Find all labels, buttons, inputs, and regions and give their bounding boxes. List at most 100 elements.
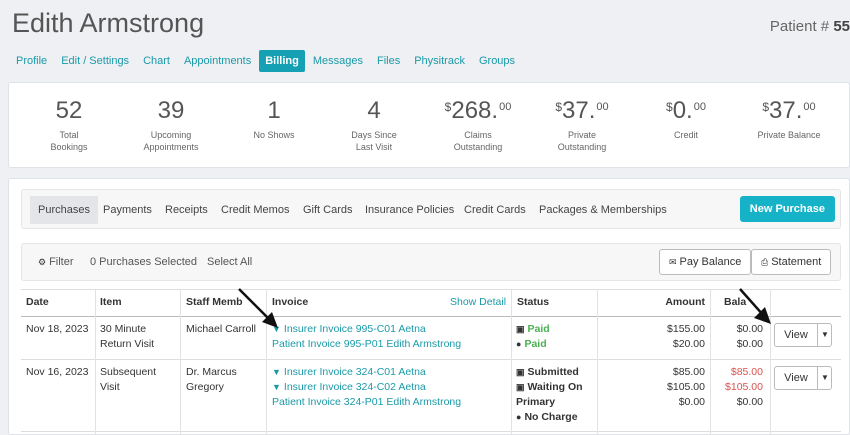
- funnel-icon: ▼: [272, 367, 281, 377]
- new-purchase-button[interactable]: New Purchase: [739, 196, 835, 222]
- row-amount: $105.00: [667, 381, 705, 393]
- stat-days-since-last-visit: 4 Days Since Last Visit: [324, 83, 424, 153]
- col-divider: [180, 289, 181, 435]
- col-header-status[interactable]: Status: [517, 295, 549, 310]
- view-button[interactable]: View ▼: [774, 323, 832, 347]
- stat-private-balance: $37.00 Private Balance: [739, 83, 839, 141]
- row-date: Nov 18, 2023: [26, 323, 89, 335]
- header-divider: [21, 316, 841, 317]
- tab-messages[interactable]: Messages: [307, 50, 369, 72]
- user-icon: ●: [516, 412, 522, 422]
- subtab-receipts[interactable]: Receipts: [157, 196, 216, 224]
- purchases-selected-count: 0 Purchases Selected: [90, 256, 198, 268]
- subtab-credit-memos[interactable]: Credit Memos: [213, 196, 297, 224]
- row-balance: $105.00: [725, 381, 763, 393]
- col-divider: [597, 289, 598, 435]
- stat-private-outstanding: $37.00 Private Outstanding: [532, 83, 632, 153]
- stat-value: 52: [55, 97, 83, 124]
- table-border: [21, 289, 841, 290]
- tab-appointments[interactable]: Appointments: [178, 50, 257, 72]
- stat-no-shows: 1 No Shows: [224, 83, 324, 141]
- tab-chart[interactable]: Chart: [137, 50, 176, 72]
- select-all-link[interactable]: Select All: [207, 256, 252, 268]
- tab-billing[interactable]: Billing: [259, 50, 305, 72]
- patient-invoice-link[interactable]: Patient Invoice 324-P01 Edith Armstrong: [272, 395, 461, 410]
- billing-subtabs: Purchases Payments Receipts Credit Memos…: [21, 189, 841, 229]
- stat-label: Credit: [673, 130, 698, 140]
- stat-claims-outstanding: $268.00 Claims Outstanding: [428, 83, 528, 153]
- briefcase-icon: ▣: [516, 382, 525, 392]
- stat-label: Total Bookings: [50, 130, 88, 152]
- patient-number: Patient # 55: [770, 18, 850, 35]
- briefcase-icon: ▣: [516, 324, 525, 334]
- stat-label: Private Outstanding: [557, 130, 607, 152]
- subtab-insurance-policies[interactable]: Insurance Policies: [357, 196, 462, 224]
- statement-button[interactable]: ⎙ Statement: [751, 249, 832, 275]
- stat-value: 4: [367, 97, 381, 124]
- stat-total-bookings: 52 Total Bookings: [19, 83, 119, 153]
- pay-balance-button[interactable]: ✉ Pay Balance: [659, 249, 752, 275]
- stat-credit: $0.00 Credit: [636, 83, 736, 141]
- show-detail-link[interactable]: Show Detail: [450, 295, 506, 310]
- funnel-icon: ▼: [272, 382, 281, 392]
- stat-value: $268.00: [444, 97, 512, 124]
- stat-value: 39: [157, 97, 185, 124]
- insurer-invoice-link[interactable]: ▼ Insurer Invoice 995-C01 Aetna: [272, 322, 426, 337]
- subtab-payments[interactable]: Payments: [95, 196, 160, 224]
- stat-label: Private Balance: [757, 130, 821, 140]
- printer-icon: ⎙: [761, 257, 769, 267]
- insurer-invoice-link[interactable]: ▼ Insurer Invoice 324-C02 Aetna: [272, 380, 426, 395]
- patient-name: Edith Armstrong: [12, 8, 205, 38]
- subtab-purchases[interactable]: Purchases: [30, 196, 98, 224]
- row-balance: $0.00: [736, 396, 763, 408]
- row-amount: $20.00: [672, 338, 705, 350]
- caret-down-icon[interactable]: ▼: [818, 324, 832, 346]
- annotation-arrow: [238, 288, 278, 328]
- col-header-date[interactable]: Date: [26, 295, 49, 310]
- stat-label: Days Since Last Visit: [351, 130, 397, 152]
- patient-number-value: 55: [833, 18, 850, 35]
- user-icon: ●: [516, 339, 522, 349]
- stat-upcoming-appointments: 39 Upcoming Appointments: [121, 83, 221, 153]
- briefcase-icon: ▣: [516, 367, 525, 377]
- col-header-item[interactable]: Item: [100, 295, 122, 310]
- subtab-gift-cards[interactable]: Gift Cards: [295, 196, 361, 224]
- row-amount: $155.00: [667, 323, 705, 335]
- stat-value: $37.00: [762, 97, 816, 124]
- stat-value: $37.00: [555, 97, 609, 124]
- patient-invoice-link[interactable]: Patient Invoice 995-P01 Edith Armstrong: [272, 337, 461, 352]
- caret-down-icon[interactable]: ▼: [818, 367, 832, 389]
- status-waiting-primary: Primary: [516, 396, 556, 408]
- stat-label: Claims Outstanding: [453, 130, 503, 152]
- row-date: Nov 16, 2023: [26, 366, 89, 378]
- stat-label: Upcoming Appointments: [143, 130, 199, 152]
- col-divider: [95, 289, 96, 435]
- status-waiting: ▣ Waiting On: [516, 381, 583, 393]
- tab-edit-settings[interactable]: Edit / Settings: [55, 50, 135, 72]
- row-amount: $0.00: [678, 396, 705, 408]
- tab-physitrack[interactable]: Physitrack: [408, 50, 471, 72]
- subtab-packages-memberships[interactable]: Packages & Memberships: [531, 196, 675, 224]
- filter-bar: ⚙ Filter 0 Purchases Selected Select All …: [21, 243, 841, 281]
- tab-files[interactable]: Files: [371, 50, 406, 72]
- row-item: 30 Minute Return Visit: [100, 323, 155, 350]
- col-divider: [511, 289, 512, 435]
- tab-profile[interactable]: Profile: [10, 50, 53, 72]
- insurer-invoice-link[interactable]: ▼ Insurer Invoice 324-C01 Aetna: [272, 365, 426, 380]
- row-amount: $85.00: [672, 366, 705, 378]
- status-submitted: ▣ Submitted: [516, 366, 579, 378]
- tab-groups[interactable]: Groups: [473, 50, 521, 72]
- stat-value: 1: [267, 97, 281, 124]
- status-no-charge: ● No Charge: [516, 411, 578, 423]
- col-header-amount[interactable]: Amount: [609, 295, 705, 310]
- row-divider: [21, 431, 841, 432]
- subtab-credit-cards[interactable]: Credit Cards: [456, 196, 534, 224]
- row-staff: Dr. Marcus Gregory: [186, 366, 237, 393]
- view-button[interactable]: View ▼: [774, 366, 832, 390]
- filter-button[interactable]: ⚙ Filter: [38, 256, 74, 268]
- annotation-arrow: [739, 288, 771, 324]
- row-balance: $0.00: [736, 338, 763, 350]
- status-paid: ▣ Paid: [516, 323, 550, 335]
- stat-value: $0.00: [666, 97, 706, 124]
- envelope-icon: ✉: [669, 257, 677, 267]
